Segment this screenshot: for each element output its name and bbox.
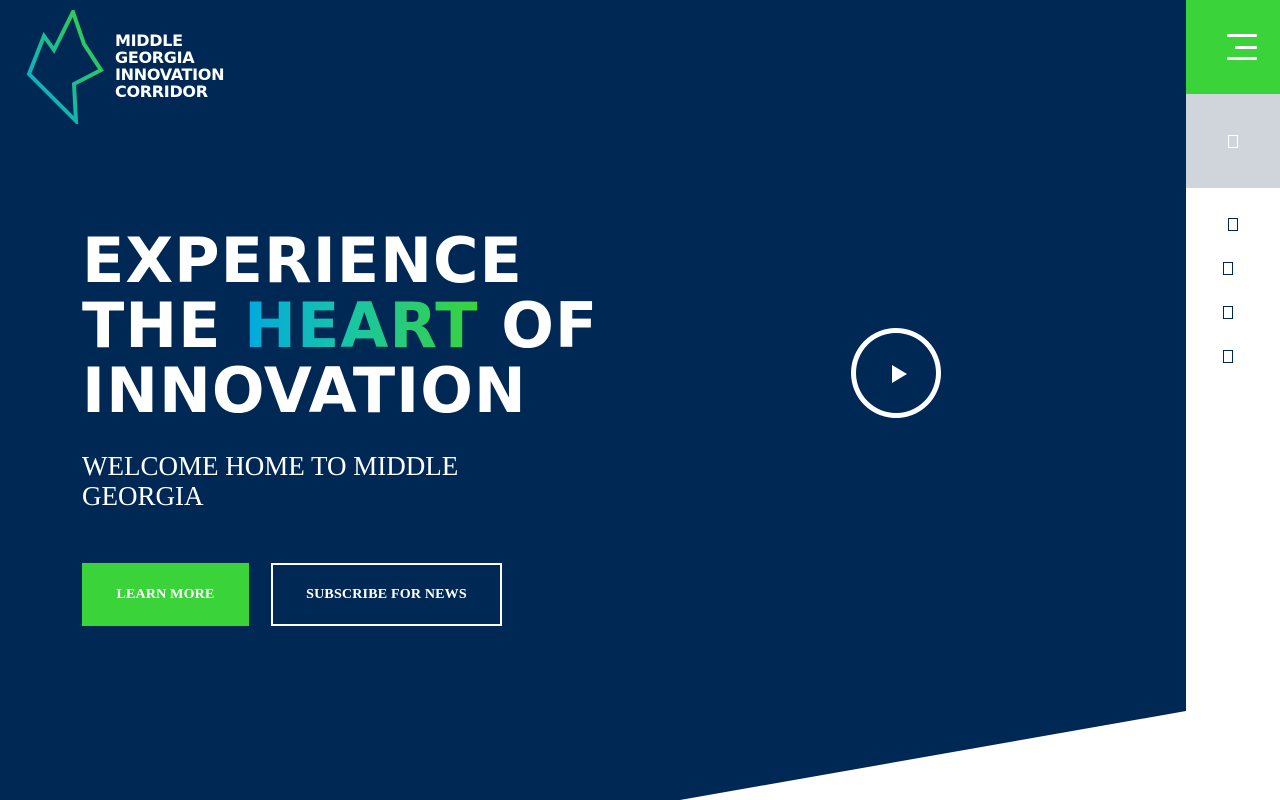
instagram-icon — [1223, 350, 1233, 363]
facebook-icon — [1228, 218, 1238, 231]
headline-line-2: THE HEART OF — [82, 293, 598, 358]
linkedin-icon — [1223, 306, 1233, 319]
play-icon — [892, 365, 907, 383]
logo-line: MIDDLE — [115, 31, 183, 50]
logo-line: CORRIDOR — [115, 82, 208, 101]
hero-subheadline: WELCOME HOME TO MIDDLE GEORGIA — [82, 451, 459, 511]
headline-highlight: HEART — [244, 289, 479, 362]
logo-line: GEORGIA — [115, 48, 195, 67]
menu-bar — [1235, 46, 1257, 49]
logo-mark-icon — [26, 10, 104, 124]
search-button[interactable] — [1186, 94, 1280, 188]
hero-section: MIDDLE GEORGIA INNOVATION CORRIDOR EXPER… — [0, 0, 1186, 800]
headline-suffix: OF — [478, 289, 599, 362]
menu-bar — [1227, 57, 1257, 60]
linkedin-link[interactable] — [1186, 306, 1280, 326]
instagram-link[interactable] — [1186, 350, 1280, 370]
play-video-button[interactable] — [851, 328, 941, 418]
subscribe-button[interactable]: SUBSCRIBE FOR NEWS — [271, 563, 502, 626]
hero-headline: EXPERIENCE THE HEART OF INNOVATION — [82, 228, 598, 423]
search-icon — [1228, 134, 1238, 148]
facebook-link[interactable] — [1186, 218, 1280, 238]
twitter-link[interactable] — [1186, 262, 1280, 282]
logo-line: INNOVATION — [115, 65, 225, 84]
learn-more-button[interactable]: LEARN MORE — [82, 563, 249, 626]
right-sidebar — [1186, 0, 1280, 800]
twitter-icon — [1223, 262, 1233, 275]
menu-toggle-button[interactable] — [1186, 0, 1280, 94]
headline-prefix: THE — [82, 289, 245, 362]
site-logo[interactable]: MIDDLE GEORGIA INNOVATION CORRIDOR — [26, 10, 256, 124]
menu-bar — [1227, 34, 1257, 37]
headline-line-1: EXPERIENCE — [82, 224, 523, 297]
logo-wordmark: MIDDLE GEORGIA INNOVATION CORRIDOR — [115, 31, 225, 101]
headline-line-3: INNOVATION — [82, 354, 527, 427]
